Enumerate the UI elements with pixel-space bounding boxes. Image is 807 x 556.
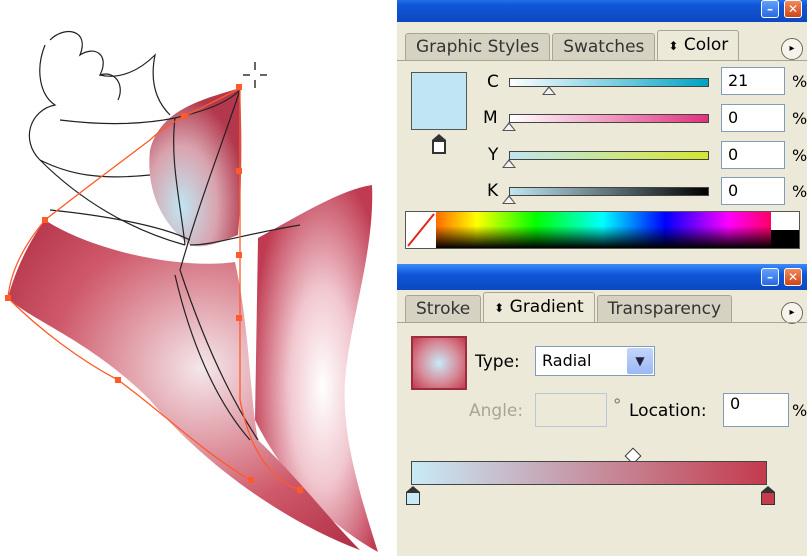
gradient-panel-menu-icon[interactable]: ▸ — [781, 302, 803, 324]
tab-stroke[interactable]: Stroke — [405, 295, 482, 322]
spectrum-shade — [406, 226, 799, 248]
gradient-panel-titlebar[interactable]: – ✕ — [397, 264, 807, 290]
channel-k-slider-thumb[interactable] — [502, 195, 516, 204]
location-percent: % — [792, 401, 807, 420]
gradient-preview-swatch[interactable] — [411, 336, 467, 390]
gradient-panel: – ✕ Stroke ⬍ Gradient Transparency ▸ Typ… — [397, 264, 807, 556]
tab-graphic-styles[interactable]: Graphic Styles — [405, 33, 551, 60]
close-icon[interactable]: ✕ — [784, 0, 802, 18]
channel-m-slider-thumb[interactable] — [502, 122, 516, 131]
channel-c-input[interactable]: 21 — [721, 67, 785, 95]
divider — [397, 322, 807, 323]
type-label: Type: — [475, 352, 520, 372]
gradient-ramp[interactable] — [411, 461, 767, 485]
location-label: Location: — [629, 401, 707, 421]
gradient-type-value: Radial — [542, 351, 592, 370]
tab-transparency[interactable]: Transparency — [596, 295, 733, 322]
channel-y-input[interactable]: 0 — [721, 141, 785, 169]
tab-swatches[interactable]: Swatches — [552, 33, 656, 60]
petal-top-shape — [149, 88, 242, 247]
tab-expand-icon: ⬍ — [494, 301, 505, 315]
tab-color[interactable]: ⬍ Color — [657, 30, 740, 60]
channel-m-slider[interactable] — [509, 114, 709, 123]
gradient-type-select[interactable]: Radial ▼ — [535, 346, 655, 376]
channel-c-label: C — [487, 72, 499, 92]
color-panel-titlebar[interactable]: – ✕ — [397, 0, 807, 22]
out-of-gamut-icon — [430, 134, 448, 158]
channel-m-label: M — [483, 108, 498, 128]
stop-color-box — [406, 492, 420, 505]
location-input[interactable]: 0 — [723, 393, 789, 427]
divider — [397, 60, 807, 61]
stop-color-box — [761, 492, 775, 505]
color-panel: – ✕ Graphic Styles Swatches ⬍ Color ▸ C … — [397, 0, 807, 264]
channel-k-label: K — [487, 181, 499, 201]
channel-k-percent: % — [792, 182, 807, 201]
artboard-illustration — [5, 31, 378, 552]
color-panel-menu-icon[interactable]: ▸ — [781, 38, 803, 60]
color-panel-tabs: Graphic Styles Swatches ⬍ Color — [405, 30, 741, 60]
gradient-stop-start[interactable] — [405, 486, 421, 506]
channel-c-slider-thumb[interactable] — [542, 86, 556, 95]
degree-symbol: ° — [613, 396, 622, 416]
channel-y-slider[interactable] — [509, 151, 709, 160]
tab-expand-icon: ⬍ — [668, 39, 679, 53]
channel-y-slider-thumb[interactable] — [502, 159, 516, 168]
channel-m-input[interactable]: 0 — [721, 104, 785, 132]
tab-gradient[interactable]: ⬍ Gradient — [483, 292, 595, 322]
channel-y-label: Y — [488, 145, 499, 165]
minimize-icon[interactable]: – — [761, 268, 779, 286]
channel-k-input[interactable]: 0 — [721, 177, 785, 205]
channel-k-slider[interactable] — [509, 187, 709, 196]
angle-input[interactable] — [535, 393, 607, 427]
black-white-swatch[interactable] — [771, 212, 799, 248]
channel-m-percent: % — [792, 109, 807, 128]
gradient-stop-end[interactable] — [760, 486, 776, 506]
minimize-icon[interactable]: – — [761, 0, 779, 18]
chevron-down-icon[interactable]: ▼ — [627, 348, 653, 374]
crosshair-cursor-icon — [243, 62, 267, 88]
angle-label: Angle: — [469, 401, 524, 421]
channel-c-percent: % — [792, 72, 807, 91]
color-spectrum-ramp[interactable] — [405, 211, 800, 249]
tab-gradient-label: Gradient — [509, 297, 584, 317]
channel-y-percent: % — [792, 146, 807, 165]
close-icon[interactable]: ✕ — [784, 268, 802, 286]
channel-c-slider[interactable] — [509, 78, 709, 87]
fill-color-swatch[interactable] — [411, 72, 467, 130]
gradient-panel-tabs: Stroke ⬍ Gradient Transparency — [405, 292, 734, 322]
tab-color-label: Color — [683, 35, 729, 55]
none-color-icon[interactable] — [406, 212, 436, 248]
